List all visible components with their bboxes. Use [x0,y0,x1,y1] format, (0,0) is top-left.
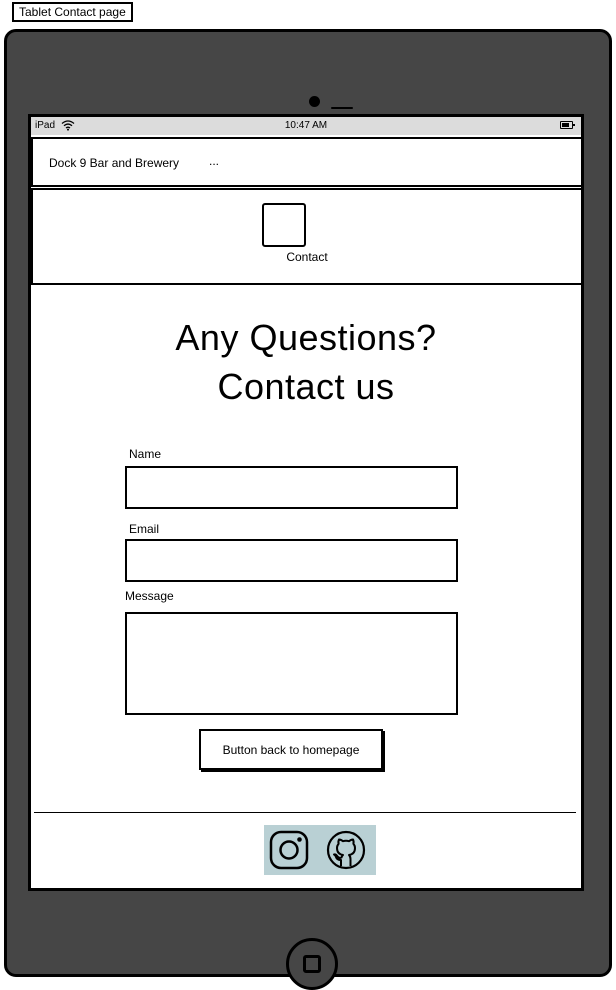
status-time: 10:47 AM [284,120,328,131]
navbar: Dock 9 Bar and Brewery ... [31,137,581,187]
instagram-icon[interactable] [269,830,309,870]
page-title-line1: Any Questions? [175,317,437,358]
message-field[interactable] [125,612,458,715]
nav-more-link[interactable]: ... [209,154,219,168]
frame-label: Tablet Contact page [12,2,133,22]
page-title-line2: Contact us [217,366,395,407]
footer-divider [34,812,576,813]
header-caption: Contact [286,250,328,264]
status-bar: iPad 10:47 AM [31,117,581,135]
email-field[interactable] [125,539,458,582]
github-icon[interactable] [326,830,366,870]
brand-name[interactable]: Dock 9 Bar and Brewery [49,156,179,170]
page-header: Contact [31,188,581,285]
social-links [264,825,376,875]
back-to-homepage-button[interactable]: Button back to homepage [199,729,383,770]
email-label: Email [129,522,160,536]
name-field[interactable] [125,466,458,509]
screen: iPad 10:47 AM Dock 9 Bar and Brewery ...… [28,114,584,891]
camera-icon [309,96,320,107]
page-title: Any Questions? Contact us [31,313,581,411]
home-button[interactable] [286,938,338,990]
message-label: Message [125,589,174,603]
battery-icon [560,121,575,129]
image-placeholder-icon [262,203,306,247]
name-label: Name [129,447,162,461]
